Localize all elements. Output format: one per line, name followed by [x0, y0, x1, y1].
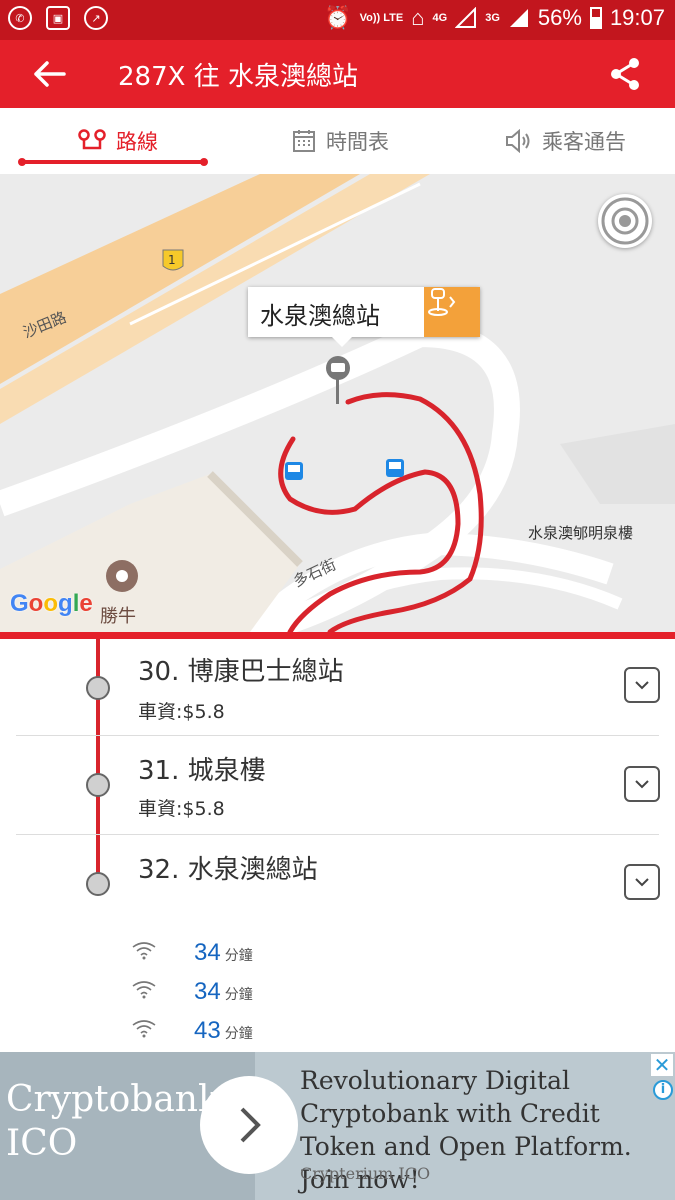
calendar-icon [293, 130, 315, 152]
eta-minutes: 34 [194, 939, 221, 966]
highway-band-1 [0, 174, 360, 384]
alarm-icon: ⏰ [324, 5, 352, 30]
share-icon[interactable] [607, 56, 643, 92]
eta-minutes: 34 [194, 978, 221, 1005]
call-forward-icon: ↗ [84, 6, 108, 30]
clipboard-icon: ▣ [46, 6, 70, 30]
eta-row: 34 分鐘 [130, 939, 253, 967]
clock: 19:07 [609, 5, 665, 30]
stop-pin-pole [336, 379, 339, 404]
route-shield-number: 1 [168, 253, 176, 267]
volte-indicator: Vo)) LTE [359, 11, 404, 24]
divider [16, 735, 659, 736]
tab-notices-label: 乘客通告 [542, 130, 626, 154]
expand-button[interactable] [624, 864, 660, 900]
tab-timetable-label: 時間表 [326, 130, 389, 154]
chevron-down-icon [635, 780, 649, 789]
map-canvas [0, 174, 675, 632]
tab-route-label: 路線 [116, 130, 158, 154]
network-4g: 4G [432, 11, 448, 24]
expand-button[interactable] [624, 766, 660, 802]
chevron-right-icon [240, 1107, 261, 1143]
battery-percent: 56% [537, 5, 582, 30]
stop-name: 32. 水泉澳總站 [138, 855, 318, 885]
eta-row: 34 分鐘 [130, 978, 253, 1006]
tab-bar: 路線 時間表 乘客通告 [0, 108, 675, 174]
tab-timetable[interactable]: 時間表 [292, 126, 389, 156]
signal-4g-icon [455, 7, 477, 28]
stop-dot [86, 773, 110, 797]
list-item[interactable]: 30. 博康巴士總站 車資:$5.8 [0, 639, 675, 737]
shop-label: 勝牛 [100, 606, 136, 627]
notification-icons: ✆ ▣ ↗ [8, 6, 108, 30]
building-label: 水泉澳郇明泉樓 [528, 524, 634, 542]
google-logo: Google [10, 590, 93, 617]
battery-icon [589, 7, 602, 29]
stop-dot [86, 872, 110, 896]
home-icon: ⌂ [411, 5, 425, 30]
eta-minutes: 43 [194, 1017, 221, 1044]
eta-unit: 分鐘 [224, 987, 253, 1003]
callout-navigate-button[interactable] [424, 287, 480, 337]
stop-list: 30. 博康巴士總站 車資:$5.8 31. 城泉樓 車資:$5.8 32. 水… [0, 639, 675, 1053]
signal-3g-icon [509, 9, 528, 27]
stop-dot [86, 676, 110, 700]
eta-row: 43 分鐘 [130, 1017, 253, 1045]
locate-icon [601, 197, 649, 245]
active-tab-indicator [18, 158, 208, 166]
ad-info-icon[interactable]: i [653, 1080, 673, 1100]
stop-callout[interactable]: 水泉澳總站 [248, 287, 480, 347]
building-right [560, 424, 675, 504]
ad-source: Crypterium ICO [300, 1164, 431, 1183]
realtime-wifi-icon [132, 942, 156, 960]
route-icon [78, 129, 106, 150]
network-3g: 3G [485, 11, 500, 24]
stop-pin-sign [331, 363, 345, 372]
chevron-down-icon [635, 681, 649, 690]
divider [16, 834, 659, 835]
page-title: 287X 往 水泉澳總站 [118, 62, 358, 92]
list-item[interactable]: 32. 水泉澳總站 [0, 837, 675, 935]
expand-button[interactable] [624, 667, 660, 703]
stop-fare: 車資:$5.8 [138, 701, 225, 723]
app-root: ✆ ▣ ↗ ⏰ Vo)) LTE ⌂ 4G 3G 56% 19:07 287X … [0, 0, 675, 1200]
stop-fare: 車資:$5.8 [138, 798, 225, 820]
ad-open-button[interactable] [200, 1076, 298, 1174]
callout-stop-name: 水泉澳總站 [260, 302, 380, 330]
list-item[interactable]: 31. 城泉樓 車資:$5.8 [0, 738, 675, 836]
whatsapp-icon: ✆ [8, 6, 32, 30]
system-status: ⏰ Vo)) LTE ⌂ 4G 3G 56% 19:07 [324, 5, 665, 31]
speaker-icon [506, 129, 530, 153]
status-bar: ✆ ▣ ↗ ⏰ Vo)) LTE ⌂ 4G 3G 56% 19:07 [0, 0, 675, 40]
eta-unit: 分鐘 [224, 948, 253, 964]
ad-banner[interactable]: Cryptobank ICO Revolutionary Digital Cry… [0, 1052, 675, 1200]
map-divider [0, 632, 675, 639]
my-location-button[interactable] [598, 194, 652, 248]
stop-name: 31. 城泉樓 [138, 756, 266, 786]
back-arrow-icon[interactable] [30, 54, 70, 94]
realtime-wifi-icon [132, 1020, 156, 1038]
stop-navigate-icon [428, 288, 456, 316]
realtime-wifi-icon [132, 981, 156, 999]
ad-close-icon[interactable]: ✕ [651, 1054, 673, 1076]
tab-notices[interactable]: 乘客通告 [504, 126, 626, 156]
app-bar: 287X 往 水泉澳總站 [0, 40, 675, 108]
route-map[interactable]: 1 沙田路 多石街 水泉澳郇明泉樓 勝牛 水泉澳總站 Google [0, 174, 675, 632]
stop-name: 30. 博康巴士總站 [138, 657, 344, 687]
chevron-down-icon [635, 878, 649, 887]
tab-route[interactable]: 路線 [78, 126, 158, 156]
eta-unit: 分鐘 [224, 1026, 253, 1042]
